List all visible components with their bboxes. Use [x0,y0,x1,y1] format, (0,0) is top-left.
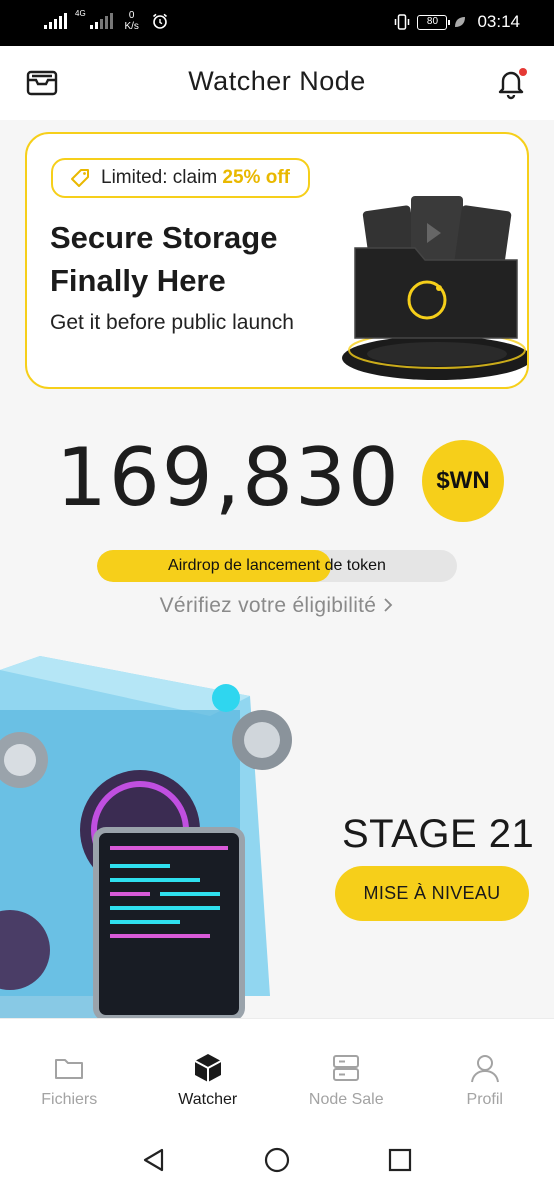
discount-value: 25% off [222,167,290,188]
token-balance: 169,830 [56,431,401,524]
folder-icon [55,1059,84,1079]
discount-tag: Limited: claim 25% off [51,158,310,198]
back-icon[interactable] [138,1144,170,1176]
nav-item-watcher[interactable]: Watcher [139,1019,278,1122]
server-icon [333,1055,360,1081]
home-icon[interactable] [261,1144,293,1176]
verify-text: Vérifiez votre éligibilité [159,594,377,617]
chevron-right-icon [384,598,393,612]
nav-item-profil[interactable]: Profil [416,1019,554,1122]
vibrate-icon [395,14,410,30]
nav-label-watcher: Watcher [178,1091,238,1108]
network-speed: 0 K/s [121,10,143,32]
cube-icon [194,1054,222,1082]
discount-text: Limited: claim 25% off [101,167,290,189]
status-right: 80 03:14 [393,12,520,32]
system-navigation-bar [0,1122,554,1200]
airdrop-progress: Airdrop de lancement de token [97,550,457,582]
discount-prefix: Limited: claim [101,167,223,188]
status-bar: 4G 0 K/s 80 03:14 [0,0,554,46]
upgrade-button[interactable]: MISE À NIVEAU [335,866,529,921]
bottom-navigation: Fichiers Watcher Node Sale Profil [0,1018,554,1122]
airdrop-label: Airdrop de lancement de token [168,557,386,574]
verify-eligibility-link[interactable]: Vérifiez votre éligibilité [0,594,554,618]
nav-label-fichiers: Fichiers [41,1091,98,1108]
user-icon [470,1055,499,1083]
alarm-icon [152,13,167,29]
nav-label-node-sale: Node Sale [308,1091,384,1108]
storage-folder-illustration [342,196,527,380]
watcher-device-illustration [0,656,292,1018]
promo-card[interactable]: Limited: claim 25% off Secure Storage Fi… [25,132,529,389]
signal-icon-2 [89,13,113,29]
speed-unit: K/s [124,21,139,32]
recents-icon[interactable] [384,1144,416,1176]
nav-label-profil: Profil [466,1091,503,1108]
battery-indicator: 80 [417,14,451,30]
balance-row: 169,830 $WN [0,428,554,538]
token-badge: $WN [422,440,504,522]
page-title: Watcher Node [188,66,366,96]
tag-icon [71,169,89,187]
clock: 03:14 [477,12,520,31]
signal-icon [44,13,67,29]
stage-label: STAGE 21 [342,812,535,856]
notifications-button[interactable] [494,66,528,100]
nav-item-node-sale[interactable]: Node Sale [277,1019,416,1122]
nav-item-fichiers[interactable]: Fichiers [0,1019,139,1122]
app-header: Watcher Node [0,46,554,120]
speed-value: 0 [128,10,135,21]
network-type: 4G [75,9,86,18]
notification-badge [519,68,527,76]
promo-title: Secure Storage Finally Here [50,220,278,298]
leaf-icon [455,17,466,27]
status-left: 4G 0 K/s [44,10,169,32]
promo-subtitle: Get it before public launch [50,311,294,334]
